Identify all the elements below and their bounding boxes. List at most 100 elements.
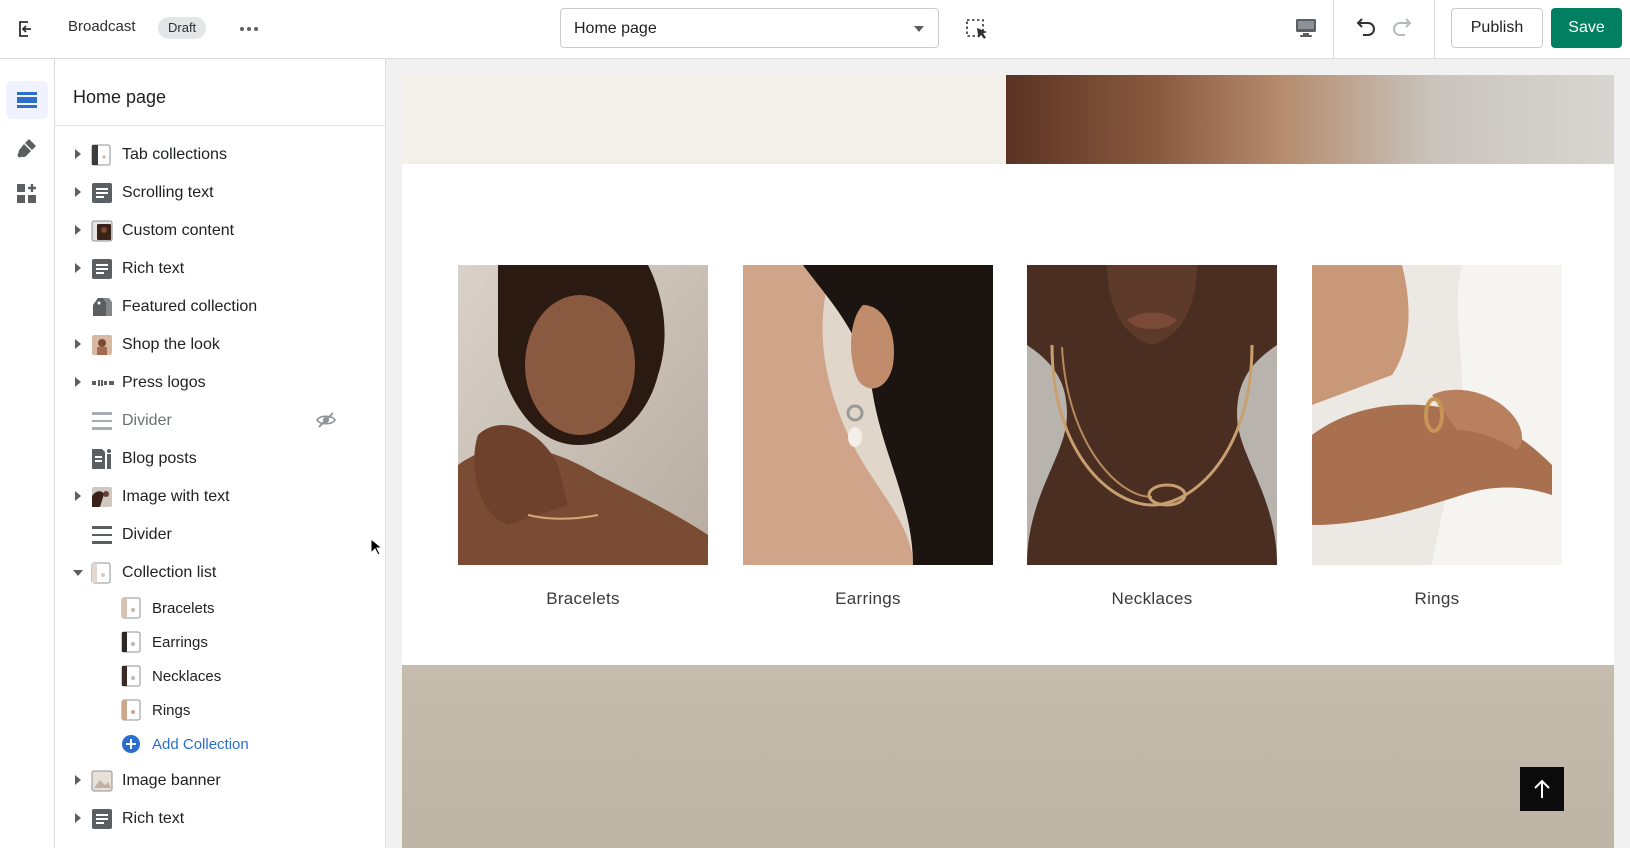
app-embeds-icon[interactable] bbox=[6, 175, 48, 213]
section-collection-list[interactable]: Collection list bbox=[55, 553, 385, 591]
image-banner bbox=[402, 665, 1614, 848]
section-label: Divider bbox=[122, 526, 172, 543]
block-earrings[interactable]: Earrings bbox=[55, 625, 385, 659]
collection-icon bbox=[121, 597, 141, 619]
section-label: Shop the look bbox=[122, 336, 220, 353]
block-bracelets[interactable]: Bracelets bbox=[55, 591, 385, 625]
collection-title: Bracelets bbox=[546, 589, 620, 608]
divider-icon bbox=[91, 524, 113, 546]
chevron-right-icon[interactable] bbox=[75, 491, 81, 501]
exit-icon[interactable] bbox=[10, 14, 40, 44]
undo-icon[interactable] bbox=[1350, 14, 1380, 44]
block-necklaces[interactable]: Necklaces bbox=[55, 659, 385, 693]
section-image-banner[interactable]: Image banner bbox=[55, 761, 385, 799]
section-shop-the-look[interactable]: Shop the look bbox=[55, 325, 385, 363]
collection-image bbox=[458, 265, 708, 565]
tag-icon bbox=[91, 296, 113, 318]
mouse-cursor-icon bbox=[370, 537, 384, 556]
inspector-icon[interactable] bbox=[963, 16, 991, 44]
section-thumbnail-icon bbox=[91, 486, 113, 508]
section-scrolling-text[interactable]: Scrolling text bbox=[55, 173, 385, 211]
section-thumbnail-icon bbox=[91, 144, 113, 166]
publish-button[interactable]: Publish bbox=[1451, 8, 1543, 48]
chevron-right-icon[interactable] bbox=[75, 813, 81, 823]
page-title: Home page bbox=[73, 87, 167, 107]
section-label: Tab collections bbox=[122, 146, 227, 163]
section-featured-collection[interactable]: Featured collection bbox=[55, 287, 385, 325]
sections-sidebar: Home page Tab collections Scrolling text… bbox=[55, 59, 386, 848]
chevron-right-icon[interactable] bbox=[75, 149, 81, 159]
chevron-right-icon[interactable] bbox=[75, 187, 81, 197]
section-label: Divider bbox=[122, 412, 172, 429]
collection-card-rings[interactable]: Rings bbox=[1312, 265, 1562, 609]
section-rich-text-2[interactable]: Rich text bbox=[55, 799, 385, 837]
text-block-icon bbox=[91, 808, 113, 830]
theme-name: Broadcast bbox=[68, 18, 136, 35]
editor-rail bbox=[0, 59, 55, 848]
eye-hidden-icon[interactable] bbox=[316, 411, 338, 431]
desktop-preview-icon[interactable] bbox=[1294, 16, 1322, 44]
collection-image bbox=[1312, 265, 1562, 565]
section-image-with-text[interactable]: Image with text bbox=[55, 477, 385, 515]
block-label: Necklaces bbox=[152, 668, 222, 685]
collection-card-bracelets[interactable]: Bracelets bbox=[458, 265, 708, 609]
text-block-icon bbox=[91, 258, 113, 280]
collection-icon bbox=[121, 631, 141, 653]
section-rich-text[interactable]: Rich text bbox=[55, 249, 385, 287]
page-select[interactable]: Home page bbox=[560, 8, 939, 48]
section-label: Featured collection bbox=[122, 298, 258, 315]
scroll-to-top-button[interactable] bbox=[1520, 767, 1564, 811]
section-label: Rich text bbox=[122, 260, 185, 277]
section-label: Rich text bbox=[122, 810, 185, 827]
divider-icon bbox=[91, 410, 113, 432]
section-label: Collection list bbox=[122, 564, 217, 581]
section-label: Custom content bbox=[122, 222, 235, 239]
status-badge: Draft bbox=[158, 17, 207, 39]
chevron-right-icon[interactable] bbox=[75, 775, 81, 785]
sections-icon[interactable] bbox=[6, 81, 48, 119]
more-actions-icon[interactable] bbox=[236, 16, 262, 42]
chevron-right-icon[interactable] bbox=[75, 339, 81, 349]
section-thumbnail-icon bbox=[91, 770, 113, 792]
redo-icon[interactable] bbox=[1390, 14, 1420, 44]
chevron-down-icon[interactable] bbox=[73, 570, 83, 576]
hero-text-panel bbox=[402, 75, 1006, 164]
collection-title: Earrings bbox=[835, 589, 901, 608]
collection-card-necklaces[interactable]: Necklaces bbox=[1027, 265, 1277, 609]
section-thumbnail-icon bbox=[91, 220, 113, 242]
section-label: Image with text bbox=[122, 488, 230, 505]
text-block-icon bbox=[91, 182, 113, 204]
section-label: Scrolling text bbox=[122, 184, 214, 201]
collection-image bbox=[743, 265, 993, 565]
theme-settings-icon[interactable] bbox=[6, 129, 48, 167]
chevron-right-icon[interactable] bbox=[75, 225, 81, 235]
store-preview[interactable]: Bracelets Earrings Necklaces Rings bbox=[402, 75, 1614, 848]
section-divider-hidden[interactable]: Divider bbox=[55, 401, 385, 439]
collection-image bbox=[1027, 265, 1277, 565]
section-label: Image banner bbox=[122, 772, 221, 789]
block-label: Bracelets bbox=[152, 600, 215, 617]
section-blog-posts[interactable]: Blog posts bbox=[55, 439, 385, 477]
collection-title: Necklaces bbox=[1111, 589, 1193, 608]
collection-icon bbox=[121, 699, 141, 721]
hero-image bbox=[1006, 75, 1614, 164]
chevron-right-icon[interactable] bbox=[75, 377, 81, 387]
collection-card-earrings[interactable]: Earrings bbox=[743, 265, 993, 609]
section-label: Blog posts bbox=[122, 450, 197, 467]
section-custom-content[interactable]: Custom content bbox=[55, 211, 385, 249]
section-label: Press logos bbox=[122, 374, 206, 391]
section-tab-collections[interactable]: Tab collections bbox=[55, 135, 385, 173]
chevron-right-icon[interactable] bbox=[75, 263, 81, 273]
save-button[interactable]: Save bbox=[1551, 8, 1622, 48]
block-label: Earrings bbox=[152, 634, 208, 651]
blog-icon bbox=[91, 448, 113, 470]
section-press-logos[interactable]: Press logos bbox=[55, 363, 385, 401]
page-select-value: Home page bbox=[574, 20, 657, 37]
block-rings[interactable]: Rings bbox=[55, 693, 385, 727]
plus-circle-icon bbox=[121, 733, 141, 755]
section-divider[interactable]: Divider bbox=[55, 515, 385, 553]
logos-icon bbox=[91, 372, 114, 394]
add-collection-label: Add Collection bbox=[152, 736, 249, 753]
collection-title: Rings bbox=[1414, 589, 1460, 608]
add-collection-button[interactable]: Add Collection bbox=[55, 727, 385, 761]
